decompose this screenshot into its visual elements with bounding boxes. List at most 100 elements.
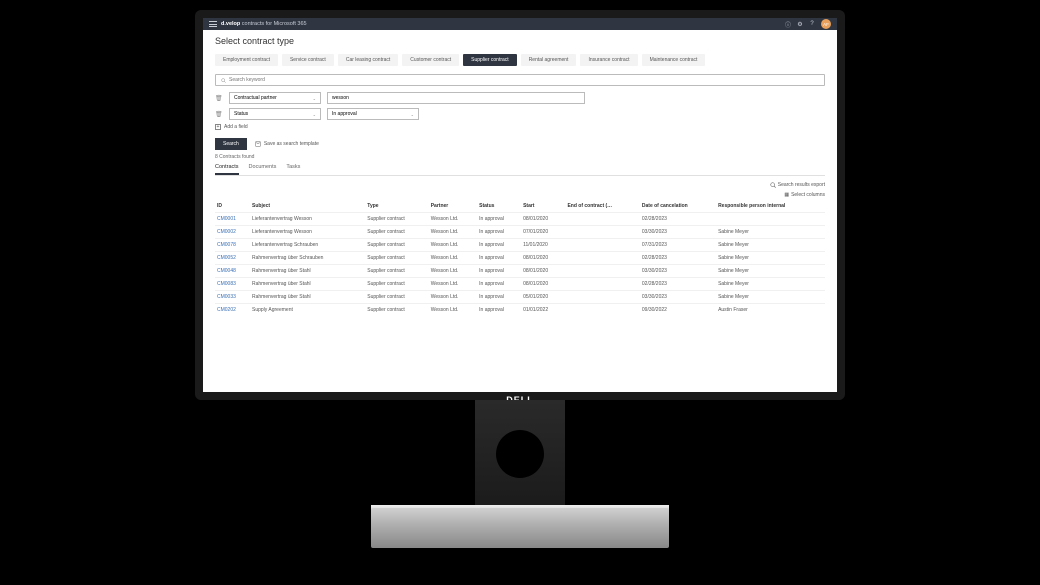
- avatar[interactable]: AF: [821, 19, 831, 29]
- results-table: IDSubjectTypePartnerStatusStartEnd of co…: [215, 200, 825, 316]
- delete-filter-icon[interactable]: 🗑: [215, 110, 223, 118]
- row-responsible: Sabine Meyer: [716, 291, 825, 304]
- column-header[interactable]: ID: [215, 200, 250, 213]
- filter-field-select[interactable]: Status⌄: [229, 108, 321, 120]
- add-field-label: Add a field: [224, 124, 248, 130]
- row-type: Supplier contract: [365, 278, 428, 291]
- row-partner: Wesson Ltd.: [429, 213, 477, 226]
- column-header[interactable]: Start: [521, 200, 565, 213]
- sub-tab[interactable]: Documents: [249, 164, 277, 175]
- row-responsible: Sabine Meyer: [716, 226, 825, 239]
- plus-icon: +: [215, 124, 221, 130]
- row-status: In approval: [477, 304, 521, 317]
- row-id[interactable]: CM0033: [215, 291, 250, 304]
- row-type: Supplier contract: [365, 291, 428, 304]
- row-start: 08/01/2020: [521, 265, 565, 278]
- row-partner: Wesson Ltd.: [429, 278, 477, 291]
- table-row[interactable]: CM0048Rahmenvertrag über StahlSupplier c…: [215, 265, 825, 278]
- add-field-button[interactable]: + Add a field: [215, 124, 825, 130]
- export-results-link[interactable]: Search results export: [770, 182, 825, 188]
- row-type: Supplier contract: [365, 265, 428, 278]
- row-id[interactable]: CM0052: [215, 252, 250, 265]
- delete-filter-icon[interactable]: 🗑: [215, 94, 223, 102]
- contract-type-tab[interactable]: Service contract: [282, 54, 334, 66]
- row-responsible: Sabine Meyer: [716, 278, 825, 291]
- table-row[interactable]: CM0202Supply AgreementSupplier contractW…: [215, 304, 825, 317]
- row-cancel: 02/28/2023: [640, 252, 716, 265]
- table-row[interactable]: CM0083Rahmenvertrag über StahlSupplier c…: [215, 278, 825, 291]
- contract-type-tab[interactable]: Car leasing contract: [338, 54, 398, 66]
- search-icon: [221, 78, 226, 83]
- monitor-base: [371, 508, 669, 548]
- select-columns-link[interactable]: ▦ Select columns: [215, 192, 825, 198]
- row-responsible: Sabine Meyer: [716, 265, 825, 278]
- contract-type-tab[interactable]: Supplier contract: [463, 54, 517, 66]
- table-row[interactable]: CM0078Lieferantenvertrag SchraubenSuppli…: [215, 239, 825, 252]
- row-id[interactable]: CM0048: [215, 265, 250, 278]
- column-header[interactable]: Partner: [429, 200, 477, 213]
- contract-type-tab[interactable]: Employment contract: [215, 54, 278, 66]
- filter-field-select[interactable]: Contractual partner⌄: [229, 92, 321, 104]
- search-button[interactable]: Search: [215, 138, 247, 150]
- row-status: In approval: [477, 252, 521, 265]
- help-icon[interactable]: ?: [809, 21, 815, 27]
- contract-type-tab[interactable]: Insurance contract: [580, 54, 637, 66]
- row-id[interactable]: CM0001: [215, 213, 250, 226]
- row-start: 05/01/2020: [521, 291, 565, 304]
- filter-row: 🗑 Contractual partner⌄: [215, 92, 825, 104]
- column-header[interactable]: Type: [365, 200, 428, 213]
- row-partner: Wesson Ltd.: [429, 265, 477, 278]
- filter-value-input[interactable]: [327, 92, 585, 104]
- row-subject: Rahmenvertrag über Stahl: [250, 278, 365, 291]
- row-id[interactable]: CM0202: [215, 304, 250, 317]
- row-end: [565, 265, 639, 278]
- row-id[interactable]: CM0078: [215, 239, 250, 252]
- filter-value-select[interactable]: In approval⌄: [327, 108, 419, 120]
- row-status: In approval: [477, 226, 521, 239]
- row-end: [565, 239, 639, 252]
- settings-icon[interactable]: ⚙: [797, 21, 803, 27]
- menu-icon[interactable]: [209, 21, 217, 27]
- column-header[interactable]: End of contract (…: [565, 200, 639, 213]
- row-type: Supplier contract: [365, 226, 428, 239]
- column-header[interactable]: Subject: [250, 200, 365, 213]
- filter-row: 🗑 Status⌄ In approval⌄: [215, 108, 825, 120]
- row-cancel: 03/30/2023: [640, 291, 716, 304]
- row-responsible: Sabine Meyer: [716, 239, 825, 252]
- row-id[interactable]: CM0083: [215, 278, 250, 291]
- contract-type-tab[interactable]: Customer contract: [402, 54, 459, 66]
- export-icon: [770, 182, 776, 188]
- sub-tab[interactable]: Tasks: [286, 164, 300, 175]
- main-content: Select contract type Employment contract…: [203, 30, 837, 322]
- info-icon[interactable]: ⓘ: [785, 21, 791, 27]
- row-start: 11/01/2020: [521, 239, 565, 252]
- row-cancel: 02/28/2023: [640, 213, 716, 226]
- table-row[interactable]: CM0002Lieferantenvertrag WessonSupplier …: [215, 226, 825, 239]
- row-cancel: 07/31/2023: [640, 239, 716, 252]
- search-input[interactable]: [229, 77, 819, 83]
- row-cancel: 02/28/2023: [640, 278, 716, 291]
- chevron-down-icon: ⌄: [313, 96, 316, 101]
- sub-tab[interactable]: Contracts: [215, 164, 239, 175]
- contract-type-tab[interactable]: Rental agreement: [521, 54, 577, 66]
- search-keyword-bar[interactable]: [215, 74, 825, 86]
- save-icon: [255, 141, 261, 147]
- row-subject: Lieferantenvertrag Wesson: [250, 213, 365, 226]
- column-header[interactable]: Date of cancelation: [640, 200, 716, 213]
- row-partner: Wesson Ltd.: [429, 239, 477, 252]
- contract-type-tab[interactable]: Maintenance contract: [642, 54, 706, 66]
- columns-icon: ▦: [784, 192, 789, 198]
- row-partner: Wesson Ltd.: [429, 291, 477, 304]
- save-search-template-button[interactable]: Save as search template: [255, 141, 319, 147]
- table-row[interactable]: CM0033Rahmenvertrag über StahlSupplier c…: [215, 291, 825, 304]
- table-row[interactable]: CM0001Lieferantenvertrag WessonSupplier …: [215, 213, 825, 226]
- row-end: [565, 213, 639, 226]
- row-end: [565, 226, 639, 239]
- row-id[interactable]: CM0002: [215, 226, 250, 239]
- column-header[interactable]: Responsible person internal: [716, 200, 825, 213]
- column-header[interactable]: Status: [477, 200, 521, 213]
- contract-type-tabs: Employment contract Service contract Car l…: [215, 54, 825, 66]
- table-row[interactable]: CM0052Rahmenvertrag über SchraubenSuppli…: [215, 252, 825, 265]
- row-start: 08/01/2020: [521, 278, 565, 291]
- app-header: d.velop contracts for Microsoft 365 ⓘ ⚙ …: [203, 18, 837, 30]
